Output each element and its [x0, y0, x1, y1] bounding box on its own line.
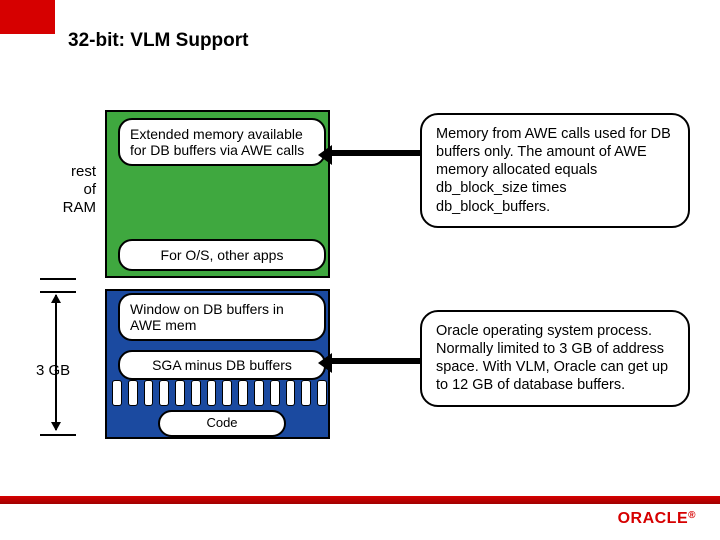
footer-divider: [0, 496, 720, 504]
box-awe-window: Window on DB buffers in AWE mem: [118, 293, 326, 341]
box-extended-memory: Extended memory available for DB buffers…: [118, 118, 326, 166]
arrow-to-process: [330, 358, 420, 364]
label-rest-of-ram: rest of RAM: [36, 163, 96, 217]
oracle-logo: ORACLE®: [618, 510, 696, 528]
range-tick: [40, 434, 76, 436]
page-title: 32-bit: VLM Support: [68, 30, 248, 52]
callout-os-process: Oracle operating system process. Normall…: [420, 310, 690, 407]
callout-awe-memory: Memory from AWE calls used for DB buffer…: [420, 113, 690, 228]
memory-stripes-icon: [112, 380, 327, 406]
range-tick: [40, 291, 76, 293]
box-code: Code: [158, 410, 286, 437]
box-sga: SGA minus DB buffers: [118, 350, 326, 380]
arrow-to-extended: [330, 150, 420, 156]
box-os-other-apps: For O/S, other apps: [118, 239, 326, 271]
label-3gb: 3 GB: [36, 362, 70, 379]
range-tick: [40, 278, 76, 280]
brand-corner-block: [0, 0, 55, 34]
range-arrow-3gb: [55, 295, 57, 430]
